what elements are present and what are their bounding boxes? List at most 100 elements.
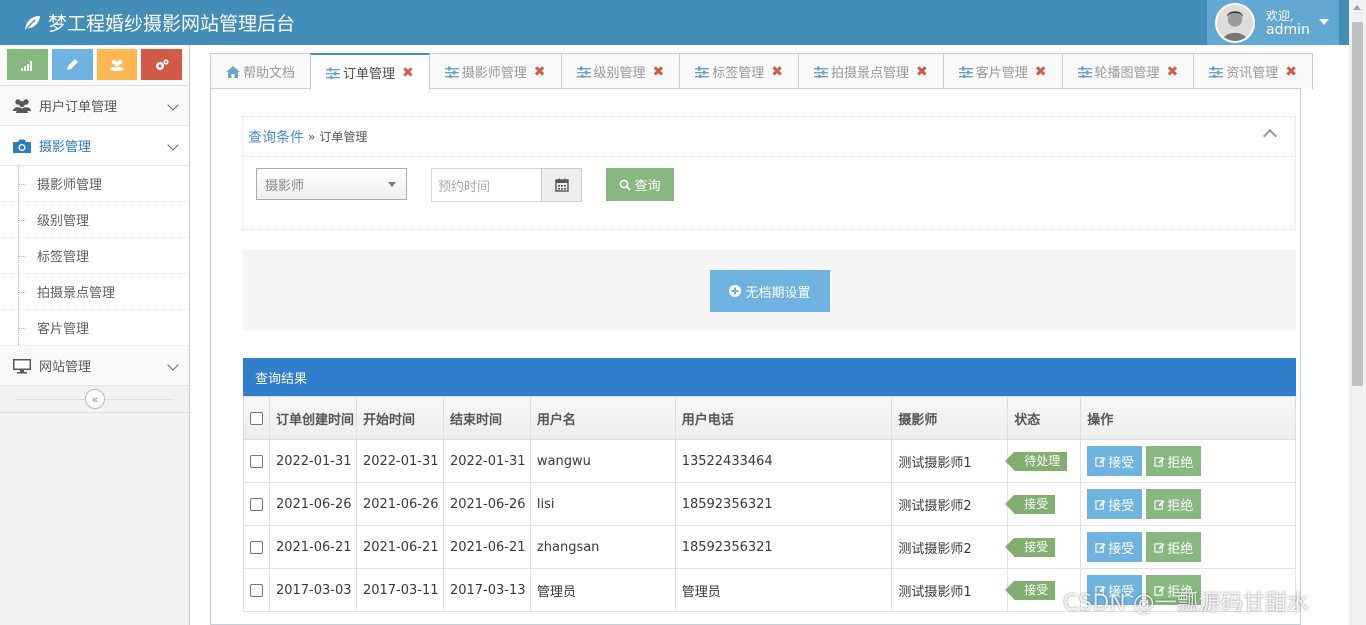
sliders-icon (958, 66, 973, 78)
row-checkbox[interactable] (250, 540, 263, 554)
welcome-text: 欢迎, (1266, 8, 1294, 23)
table-row: 2021-06-26 2021-06-26 2021-06-26 lisi 185923… (243, 482, 1296, 526)
tab-orders[interactable]: 订单管理 ✖ (310, 53, 430, 90)
menu-photography[interactable]: 摄影管理 (0, 126, 189, 166)
watermark: CSDN @一瓢源码甘甜水 (1063, 591, 1309, 616)
table-row: 2022-01-31 2022-01-31 2022-01-31 wangwu 1352… (243, 439, 1296, 483)
cell-phone: 管理员 (674, 568, 893, 612)
accept-button[interactable]: 接受 (1087, 532, 1143, 562)
edit-icon (1095, 499, 1106, 510)
select-all-cell (243, 396, 270, 440)
reject-button[interactable]: 拒绝 (1146, 532, 1202, 562)
tab-tags[interactable]: 标签管理 ✖ (679, 53, 800, 89)
column-header[interactable]: 用户电话 (674, 396, 893, 440)
accept-button[interactable]: 接受 (1087, 489, 1143, 519)
cell-status: 待处理 (1005, 439, 1082, 483)
row-select-cell (243, 525, 270, 569)
select-all-checkbox[interactable] (250, 411, 263, 425)
column-header[interactable]: 状态 (1007, 396, 1082, 440)
submenu-photography: 摄影师管理 级别管理 标签管理 拍摄景点管理 客片管理 (0, 166, 189, 346)
cogs-icon (155, 58, 169, 70)
row-checkbox[interactable] (250, 583, 263, 597)
close-icon[interactable]: ✖ (916, 64, 928, 80)
accept-button[interactable]: 接受 (1087, 446, 1143, 476)
sidebar-item-client-photos[interactable]: 客片管理 (0, 310, 189, 346)
camera-icon (12, 137, 32, 155)
tab-news[interactable]: 资讯管理 ✖ (1193, 53, 1314, 89)
no-schedule-button[interactable]: 无档期设置 (710, 270, 830, 312)
chevron-up-icon[interactable] (1262, 128, 1278, 144)
column-header[interactable]: 摄影师 (891, 396, 1009, 440)
search-button[interactable]: 查询 (606, 168, 674, 201)
close-icon[interactable]: ✖ (402, 65, 414, 81)
tab-locations[interactable]: 拍摄景点管理 ✖ (798, 53, 944, 89)
appointment-date-input[interactable]: 预约时间 (431, 168, 542, 202)
close-icon[interactable]: ✖ (1167, 64, 1179, 80)
close-icon[interactable]: ✖ (1035, 64, 1047, 80)
table-header-row: 订单创建时间 开始时间 结束时间 用户名 用户电话 摄影师 状态 操作 (243, 396, 1296, 440)
scroll-thumb[interactable] (1352, 22, 1363, 386)
cell-created: 2017-03-03 (268, 568, 357, 612)
cell-photographer: 测试摄影师1 (891, 568, 1009, 612)
shortcut-settings-button[interactable] (141, 49, 182, 80)
row-checkbox[interactable] (250, 454, 263, 468)
calendar-button[interactable] (541, 168, 582, 202)
column-header[interactable]: 用户名 (529, 396, 676, 440)
shortcut-edit-button[interactable] (51, 49, 93, 80)
breadcrumb: 订单管理 (319, 130, 368, 144)
cell-ops: 接受 拒绝 (1080, 525, 1296, 569)
cell-photographer: 测试摄影师2 (891, 482, 1009, 526)
user-menu[interactable]: 欢迎, admin (1207, 0, 1339, 45)
chevron-down-icon (167, 359, 179, 371)
close-icon[interactable]: ✖ (771, 64, 783, 80)
photographer-select[interactable]: 摄影师 (256, 168, 407, 200)
desktop-icon (12, 357, 32, 375)
menu-label: 网站管理 (39, 360, 92, 375)
cell-user: 管理员 (529, 568, 676, 612)
tab-carousel[interactable]: 轮播图管理 ✖ (1061, 53, 1195, 89)
sidebar-item-levels[interactable]: 级别管理 (0, 202, 189, 238)
menu-user-orders[interactable]: 用户订单管理 (0, 86, 189, 126)
tab-levels[interactable]: 级别管理 ✖ (560, 53, 681, 89)
brand[interactable]: 梦工程婚纱摄影网站管理后台 (22, 9, 295, 36)
menu-website[interactable]: 网站管理 (0, 346, 189, 386)
close-icon[interactable]: ✖ (534, 64, 546, 80)
scroll-up-icon[interactable] (1353, 5, 1361, 10)
cell-end: 2021-06-21 (442, 525, 531, 569)
cell-start: 2021-06-21 (355, 525, 444, 569)
query-title: 查询条件 (248, 129, 304, 146)
shortcut-stats-button[interactable] (7, 49, 48, 80)
column-header[interactable]: 结束时间 (442, 396, 531, 440)
reject-button[interactable]: 拒绝 (1146, 446, 1202, 476)
caret-down-icon (1319, 19, 1329, 25)
row-checkbox[interactable] (250, 497, 263, 511)
search-icon (620, 179, 632, 191)
status-badge: 接受 (1005, 580, 1056, 600)
column-header[interactable]: 开始时间 (355, 396, 444, 440)
column-header[interactable]: 订单创建时间 (268, 396, 357, 440)
tab-client-photos[interactable]: 客片管理 ✖ (942, 53, 1063, 89)
query-header: 查询条件 » 订单管理 (243, 117, 1295, 157)
plus-circle-icon (729, 285, 742, 297)
cell-status: 接受 (1005, 525, 1082, 569)
sidebar-item-photographers[interactable]: 摄影师管理 (0, 166, 189, 202)
close-icon[interactable]: ✖ (653, 64, 665, 80)
tab-help[interactable]: 帮助文档 (210, 53, 312, 89)
page-scrollbar[interactable] (1349, 0, 1366, 625)
cell-photographer: 测试摄影师2 (891, 525, 1009, 569)
sidebar-item-tags[interactable]: 标签管理 (0, 238, 189, 274)
results-table: 订单创建时间 开始时间 结束时间 用户名 用户电话 摄影师 状态 操作 2022… (243, 396, 1296, 612)
cell-phone: 13522433464 (674, 439, 893, 483)
calendar-icon (554, 178, 569, 192)
sidebar-item-locations[interactable]: 拍摄景点管理 (0, 274, 189, 310)
tab-photographers[interactable]: 摄影师管理 ✖ (428, 53, 562, 89)
double-angle-left-icon[interactable]: « (85, 389, 105, 409)
menu-label: 摄影管理 (39, 140, 92, 155)
sidebar-shortcuts (0, 45, 189, 86)
sliders-icon (695, 66, 710, 78)
reject-button[interactable]: 拒绝 (1146, 489, 1202, 519)
close-icon[interactable]: ✖ (1285, 64, 1297, 80)
status-badge: 待处理 (1005, 451, 1068, 471)
results-header: 查询结果 (243, 358, 1296, 396)
shortcut-users-button[interactable] (96, 49, 138, 80)
